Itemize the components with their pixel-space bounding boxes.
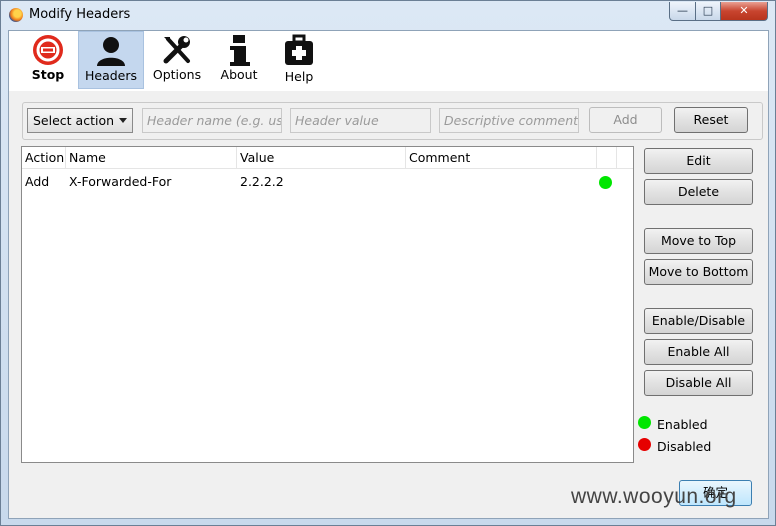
disabled-legend-icon	[638, 438, 651, 451]
comment-input[interactable]: Descriptive comment	[439, 108, 579, 133]
maximize-button[interactable]: □	[695, 2, 721, 21]
edit-button[interactable]: Edit	[644, 148, 753, 174]
column-name[interactable]: Name	[66, 147, 237, 169]
close-button[interactable]: ✕	[720, 2, 768, 21]
add-button[interactable]: Add	[589, 107, 662, 133]
watermark: www.wooyun.org	[571, 485, 737, 508]
table-row[interactable]: Add X-Forwarded-For 2.2.2.2	[22, 170, 633, 194]
header-name-input[interactable]: Header name (e.g. use	[142, 108, 282, 133]
row-action: Add	[25, 174, 50, 189]
row-name: X-Forwarded-For	[69, 174, 172, 189]
enable-disable-button[interactable]: Enable/Disable	[644, 308, 753, 334]
enable-all-button[interactable]: Enable All	[644, 339, 753, 365]
chevron-down-icon	[119, 118, 127, 123]
enabled-status-icon	[599, 176, 612, 189]
reset-button[interactable]: Reset	[674, 107, 748, 133]
select-action-value: Select action	[33, 113, 115, 128]
stop-icon	[33, 35, 63, 65]
move-to-bottom-button[interactable]: Move to Bottom	[644, 259, 753, 285]
column-action[interactable]: Action	[22, 147, 66, 169]
column-value[interactable]: Value	[237, 147, 406, 169]
tab-help[interactable]: Help	[273, 31, 325, 89]
select-action-dropdown[interactable]: Select action	[27, 108, 133, 133]
minimize-button[interactable]: —	[669, 2, 696, 21]
row-value: 2.2.2.2	[240, 174, 284, 189]
window-title: Modify Headers	[29, 7, 131, 22]
column-comment[interactable]: Comment	[406, 147, 597, 169]
about-icon	[230, 35, 250, 66]
tab-stop[interactable]: Stop	[23, 31, 73, 89]
table-header: Action Name Value Comment	[22, 147, 633, 169]
header-value-input[interactable]: Header value	[290, 108, 431, 133]
modify-headers-window: Modify Headers — □ ✕ Stop Headers Option…	[0, 0, 776, 526]
disabled-legend-label: Disabled	[657, 439, 712, 454]
tab-about-label: About	[220, 67, 258, 82]
tab-options[interactable]: Options	[151, 31, 203, 89]
tab-help-label: Help	[284, 69, 314, 84]
tab-headers[interactable]: Headers	[78, 31, 144, 89]
firefox-icon	[9, 8, 23, 22]
client-area: Stop Headers Options About Help Select a…	[8, 30, 769, 519]
toolbar: Stop Headers Options About Help	[9, 31, 768, 91]
disable-all-button[interactable]: Disable All	[644, 370, 753, 396]
headers-table[interactable]: Action Name Value Comment Add X-Forwarde…	[21, 146, 634, 463]
enabled-legend-icon	[638, 416, 651, 429]
options-icon	[163, 36, 190, 64]
title-bar: Modify Headers — □ ✕	[1, 1, 775, 29]
help-icon	[285, 34, 313, 65]
column-status[interactable]	[597, 147, 617, 169]
headers-icon	[97, 37, 125, 66]
move-to-top-button[interactable]: Move to Top	[644, 228, 753, 254]
tab-options-label: Options	[152, 67, 202, 82]
tab-about[interactable]: About	[213, 31, 265, 89]
tab-headers-label: Headers	[84, 68, 138, 83]
enabled-legend-label: Enabled	[657, 417, 708, 432]
delete-button[interactable]: Delete	[644, 179, 753, 205]
tab-stop-label: Stop	[31, 67, 65, 82]
